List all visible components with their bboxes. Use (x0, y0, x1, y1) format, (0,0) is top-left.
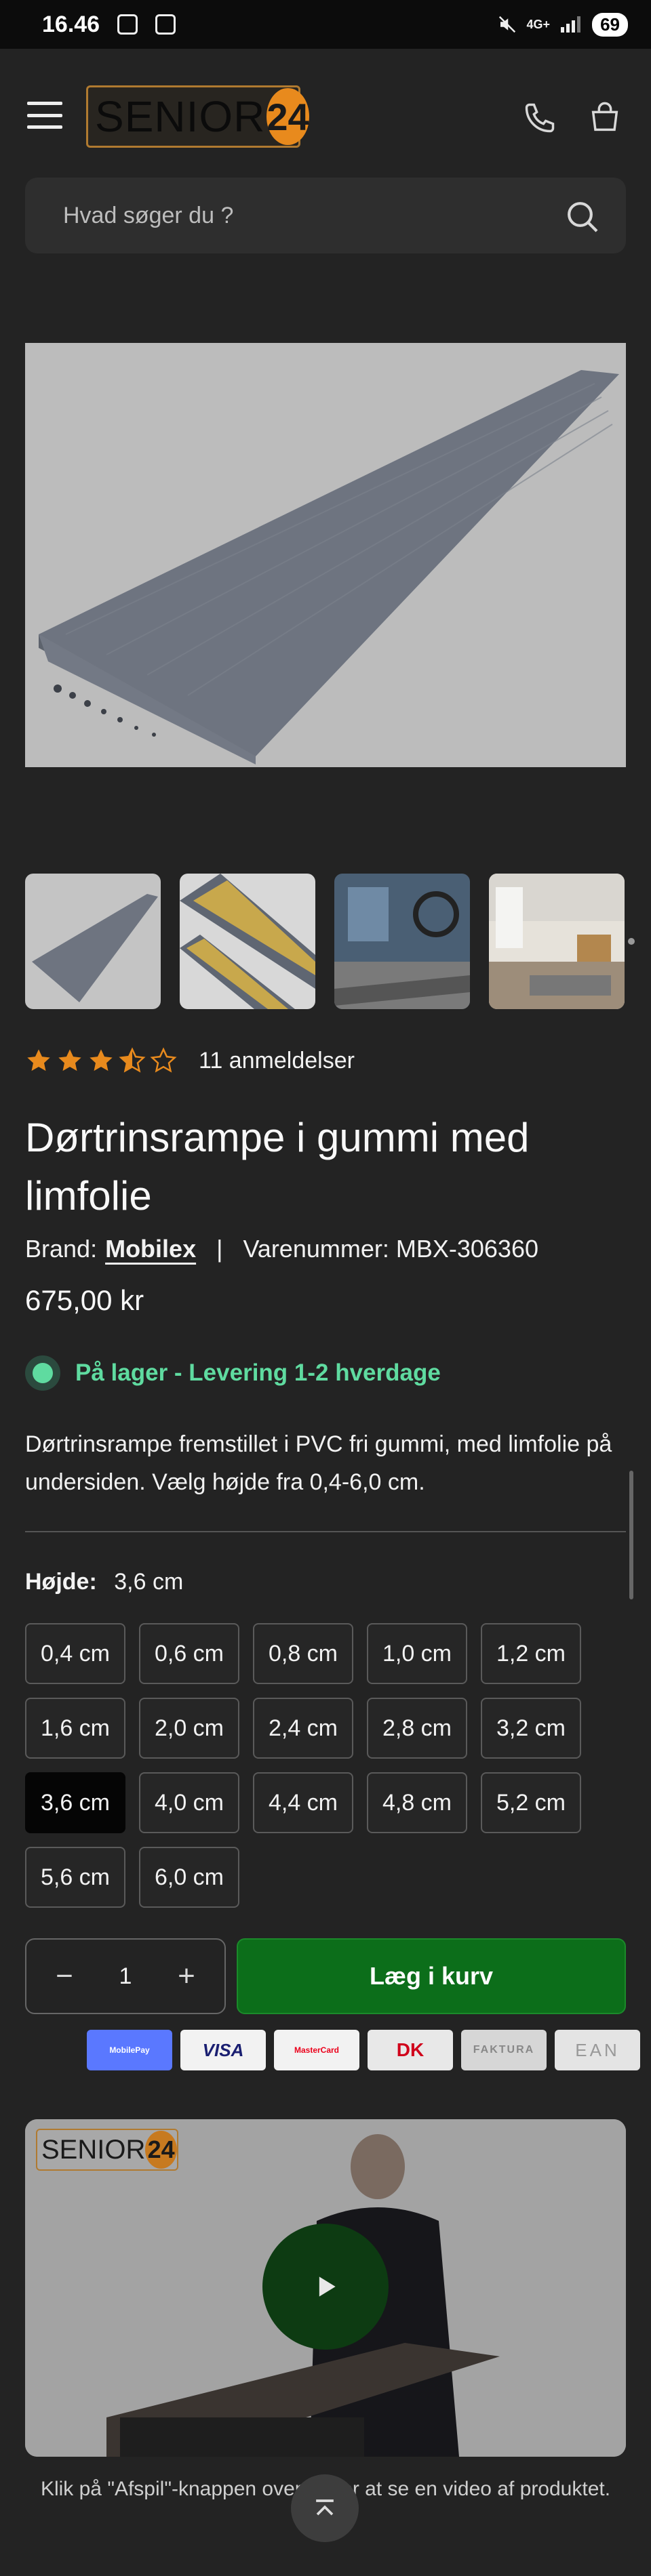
product-main-image[interactable] (25, 343, 626, 767)
brand-separator: | (216, 1235, 223, 1263)
height-option[interactable]: 0,4 cm (25, 1623, 125, 1684)
product-description: Dørtrinsrampe fremstillet i PVC fri gumm… (25, 1431, 612, 1495)
star-half-icon (119, 1047, 146, 1073)
visa-logo: VISA (180, 2030, 266, 2070)
search-bar (25, 178, 626, 253)
product-rating[interactable]: 11 anmeldelser (25, 1047, 355, 1074)
product-title: Dørtrinsrampe i gummi med limfolie (25, 1115, 530, 1219)
mastercard-logo: MasterCard (274, 2030, 359, 2070)
mobilepay-logo: MobilePay (87, 2030, 172, 2070)
stock-status: På lager - Levering 1-2 hverdage (25, 1355, 441, 1391)
video-logo-text: SENIOR (41, 2134, 146, 2165)
phone-icon[interactable] (522, 100, 557, 136)
height-option[interactable]: 1,2 cm (481, 1623, 581, 1684)
lock-icon (155, 14, 176, 35)
quantity-value[interactable]: 1 (119, 1963, 132, 1990)
brand-link[interactable]: Mobilex (105, 1235, 196, 1263)
sku-label: Varenummer: MBX-306360 (243, 1235, 538, 1263)
height-option[interactable]: 6,0 cm (139, 1847, 239, 1908)
chevron-up-icon (316, 2499, 334, 2516)
battery-level: 69 (592, 12, 628, 37)
scroll-to-top-button[interactable] (291, 2474, 359, 2542)
screenshot-icon (117, 14, 138, 35)
thumbnail-2[interactable] (180, 874, 315, 1009)
video-logo-number: 24 (145, 2131, 177, 2169)
stock-text: På lager - Levering 1-2 hverdage (75, 1359, 441, 1386)
height-option[interactable]: 5,6 cm (25, 1847, 125, 1908)
height-option[interactable]: 5,2 cm (481, 1772, 581, 1833)
site-logo[interactable]: SENIOR 24 (86, 85, 309, 148)
status-time: 16.46 (42, 11, 100, 37)
height-option[interactable]: 0,8 cm (253, 1623, 353, 1684)
height-option[interactable]: 4,0 cm (139, 1772, 239, 1833)
faktura-logo: FAKTURA (461, 2030, 547, 2070)
payment-methods: MobilePay VISA MasterCard DK FAKTURA EAN (87, 2030, 640, 2070)
height-option[interactable]: 0,6 cm (139, 1623, 239, 1684)
play-button[interactable] (262, 2224, 389, 2350)
quantity-increase-button[interactable]: + (173, 1959, 200, 1993)
height-option[interactable]: 2,0 cm (139, 1698, 239, 1759)
height-option[interactable]: 4,8 cm (367, 1772, 467, 1833)
scrollbar[interactable] (629, 1471, 633, 1599)
ramp-image (25, 343, 626, 767)
thumbnail-4[interactable] (489, 874, 625, 1009)
network-label: 4G+ (526, 17, 551, 31)
height-options: 0,4 cm 0,6 cm 0,8 cm 1,0 cm 1,2 cm 1,6 c… (25, 1623, 629, 1908)
height-option[interactable]: 2,4 cm (253, 1698, 353, 1759)
search-input[interactable] (63, 197, 538, 234)
signal-icon (561, 16, 581, 33)
search-icon[interactable] (564, 198, 601, 236)
quantity-decrease-button[interactable]: − (51, 1959, 78, 1993)
logo-number: 24 (267, 88, 309, 145)
site-header: SENIOR 24 (0, 49, 651, 184)
reviews-count[interactable]: 11 anmeldelser (199, 1048, 355, 1074)
thumbnail-1[interactable] (25, 874, 161, 1009)
mute-icon (498, 16, 515, 33)
brand-row: Brand: Mobilex | Varenummer: MBX-306360 (25, 1235, 538, 1263)
logo-text: SENIOR (95, 92, 266, 141)
height-option[interactable]: 3,2 cm (481, 1698, 581, 1759)
star-full-icon (90, 1049, 113, 1071)
status-bar: 16.46 4G+ 69 (0, 0, 651, 49)
add-to-cart-button[interactable]: Læg i kurv (237, 1938, 626, 2014)
star-empty-icon (150, 1047, 177, 1073)
stock-indicator-icon (25, 1355, 60, 1391)
thumbnail-gallery (25, 874, 651, 1009)
cart-icon[interactable] (587, 100, 623, 136)
play-icon (319, 2276, 336, 2297)
product-video[interactable]: SENIOR 24 (25, 2119, 626, 2457)
ean-logo: EAN (555, 2030, 640, 2070)
height-option[interactable]: 1,0 cm (367, 1623, 467, 1684)
menu-icon[interactable] (27, 102, 62, 129)
variant-selected-value: 3,6 cm (114, 1569, 184, 1595)
height-option-selected[interactable]: 3,6 cm (25, 1772, 125, 1833)
brand-label: Brand: (25, 1235, 98, 1263)
gallery-scroll-indicator (628, 938, 635, 945)
height-option[interactable]: 2,8 cm (367, 1698, 467, 1759)
height-option[interactable]: 1,6 cm (25, 1698, 125, 1759)
star-full-icon (27, 1049, 50, 1071)
variant-name: Højde: (25, 1569, 97, 1595)
video-logo: SENIOR 24 (36, 2129, 178, 2171)
star-full-icon (58, 1049, 81, 1071)
product-price: 675,00 kr (25, 1284, 144, 1316)
divider (25, 1531, 626, 1532)
variant-label: Højde: 3,6 cm (25, 1569, 183, 1595)
thumbnail-3[interactable] (334, 874, 470, 1009)
quantity-stepper: − 1 + (25, 1938, 226, 2014)
dankort-logo: DK (368, 2030, 453, 2070)
height-option[interactable]: 4,4 cm (253, 1772, 353, 1833)
